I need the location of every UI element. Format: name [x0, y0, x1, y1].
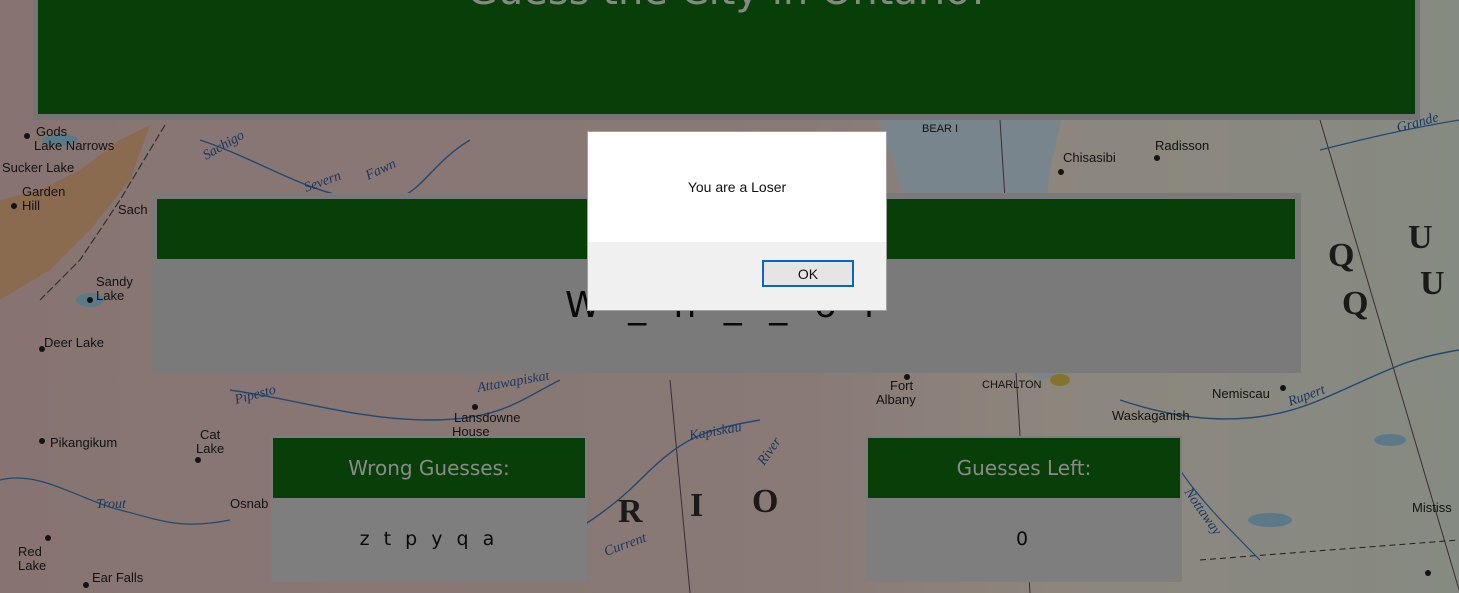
alert-message: You are a Loser: [687, 179, 787, 195]
ok-button[interactable]: OK: [762, 260, 854, 287]
alert-dialog: You are a Loser OK: [587, 131, 887, 311]
alert-footer: OK: [588, 242, 886, 310]
